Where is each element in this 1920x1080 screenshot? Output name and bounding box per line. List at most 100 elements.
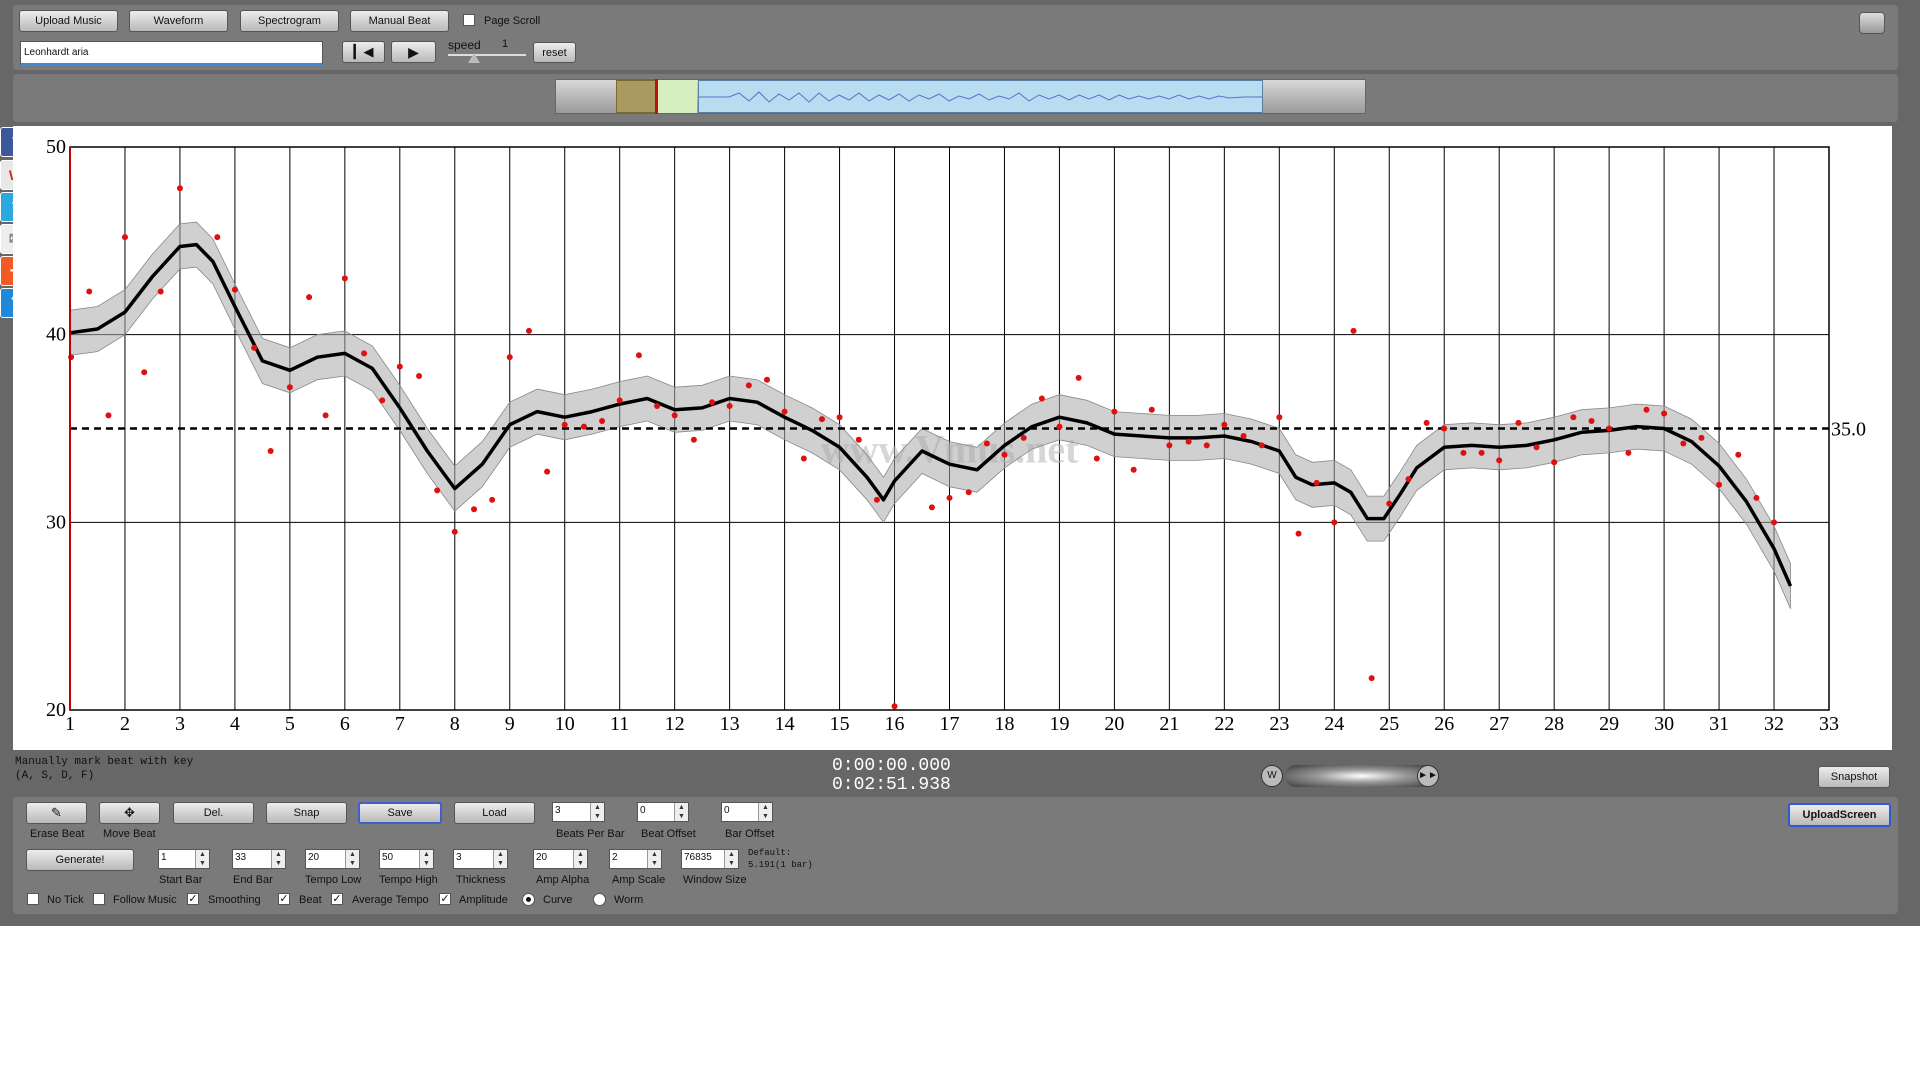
beat-point [1680,440,1687,447]
rewind-button[interactable]: ▎◀ [342,41,385,63]
total-time: 0:02:51.938 [832,775,951,795]
follow-music-checkbox[interactable] [93,893,105,905]
snapshot-button[interactable]: Snapshot [1818,766,1890,788]
y-tick-label: 40 [46,324,66,346]
beat-point [561,421,568,428]
reset-button[interactable]: reset [533,42,576,63]
beat-point [141,369,148,376]
loop-region[interactable] [658,80,697,113]
beat-point [267,448,274,455]
thickness-stepper[interactable]: 3 ▲ ▼ [453,849,508,869]
beat-point [1295,530,1302,537]
beat-point [983,440,990,447]
manual-beat-button[interactable]: Manual Beat [350,10,449,32]
beat-point [946,494,953,501]
beat-point [745,382,752,389]
erase-beat-button[interactable]: ✎ [26,802,87,824]
worm-radio[interactable] [593,893,606,906]
beat-point [379,397,386,404]
beat-checkbox[interactable]: ✓ [278,893,290,905]
beat-point [1111,408,1118,415]
no-tick-checkbox[interactable] [27,893,39,905]
beat-point [1588,417,1595,424]
beat-point [416,372,423,379]
move-icon: ✥ [124,805,135,820]
music-title-field[interactable]: Leonhardt aria [20,41,323,66]
amp-scale-stepper[interactable]: 2 ▲ ▼ [609,849,662,869]
bar-offset-label: Bar Offset [725,828,775,840]
spectrogram-button[interactable]: Spectrogram [240,10,339,32]
fast-forward-icon[interactable]: ►► [1417,765,1439,787]
beat-point [836,414,843,421]
beat-point [1240,433,1247,440]
tempo-low-stepper[interactable]: 20 ▲ ▼ [305,849,360,869]
default-window-label: Default: [748,848,792,858]
snap-button[interactable]: Snap [266,802,347,824]
curve-radio[interactable] [522,893,535,906]
window-toggle-icon[interactable] [1859,12,1885,34]
speed-slider-handle[interactable] [468,53,480,63]
x-tick-label: 5 [285,713,295,735]
waveform-view-icon[interactable]: W [1261,765,1283,787]
smoothing-checkbox[interactable]: ✓ [187,893,199,905]
beat-point [396,363,403,370]
upload-screen-button[interactable]: UploadScreen [1788,803,1891,827]
beat-point [1148,406,1155,413]
play-button[interactable]: ▶ [391,41,436,63]
beat-point [1386,500,1393,507]
beat-point [781,408,788,415]
beat-point [1460,449,1467,456]
beat-point [1441,425,1448,432]
waveform-trace [699,91,1262,103]
beat-point [1350,327,1357,334]
tempo-chart[interactable]: 1 2 3 4 5 6 7 8 9 10 11 12 13 14 15 16 17 18 19 20 21 22 23 24 2… [13,126,1892,750]
x-tick-label: 4 [230,713,240,735]
x-tick-label: 3 [175,713,185,735]
end-bar-stepper[interactable]: 33 ▲ ▼ [232,849,286,869]
speed-value: 1 [502,38,509,50]
beat-point [891,703,898,710]
playhead-marker[interactable] [616,80,656,113]
beat-point [214,234,221,241]
page-scroll-checkbox[interactable] [463,14,475,26]
start-bar-stepper[interactable]: 1 ▲ ▼ [158,849,210,869]
delete-button[interactable]: Del. [173,802,254,824]
beat-point [818,416,825,423]
beat-point [580,423,587,430]
x-tick-label: 6 [340,713,350,735]
beat-point [451,528,458,535]
waveform-visible-region[interactable] [698,80,1263,113]
generate-button[interactable]: Generate! [26,849,134,871]
save-button[interactable]: Save [358,802,442,824]
beat-point [341,275,348,282]
start-bar-label: Start Bar [159,874,203,886]
bar-offset-stepper[interactable]: 0 ▲ ▼ [721,802,773,822]
x-tick-label: 12 [665,713,685,735]
beat-point [322,412,329,419]
beat-point [434,487,441,494]
move-beat-button[interactable]: ✥ [99,802,160,824]
average-tempo-checkbox[interactable]: ✓ [331,893,343,905]
beat-point [690,436,697,443]
speed-slider-track[interactable] [448,54,526,56]
x-tick-label: 28 [1544,713,1564,735]
tempo-high-stepper[interactable]: 50 ▲ ▼ [379,849,434,869]
smoothing-label: Smoothing [208,894,261,906]
instruction-line-2: (A, S, D, F) [15,770,95,782]
waveform-button[interactable]: Waveform [129,10,228,32]
beats-per-bar-stepper[interactable]: 3 ▲ ▼ [552,802,605,822]
amplitude-checkbox[interactable]: ✓ [439,893,451,905]
y-tick-label: 30 [46,511,66,533]
upload-music-button[interactable]: Upload Music [19,10,118,32]
beat-point [1643,406,1650,413]
x-tick-label: 13 [720,713,740,735]
beats-per-bar-label: Beats Per Bar [556,828,625,840]
follow-music-label: Follow Music [113,894,177,906]
x-tick-label: 2 [120,713,130,735]
load-button[interactable]: Load [454,802,535,824]
amp-alpha-stepper[interactable]: 20 ▲ ▼ [533,849,588,869]
zoom-slider[interactable] [1285,765,1437,787]
window-size-stepper[interactable]: 76835 ▲ ▼ [681,849,739,869]
beat-offset-stepper[interactable]: 0 ▲ ▼ [637,802,689,822]
x-tick-label: 15 [830,713,850,735]
